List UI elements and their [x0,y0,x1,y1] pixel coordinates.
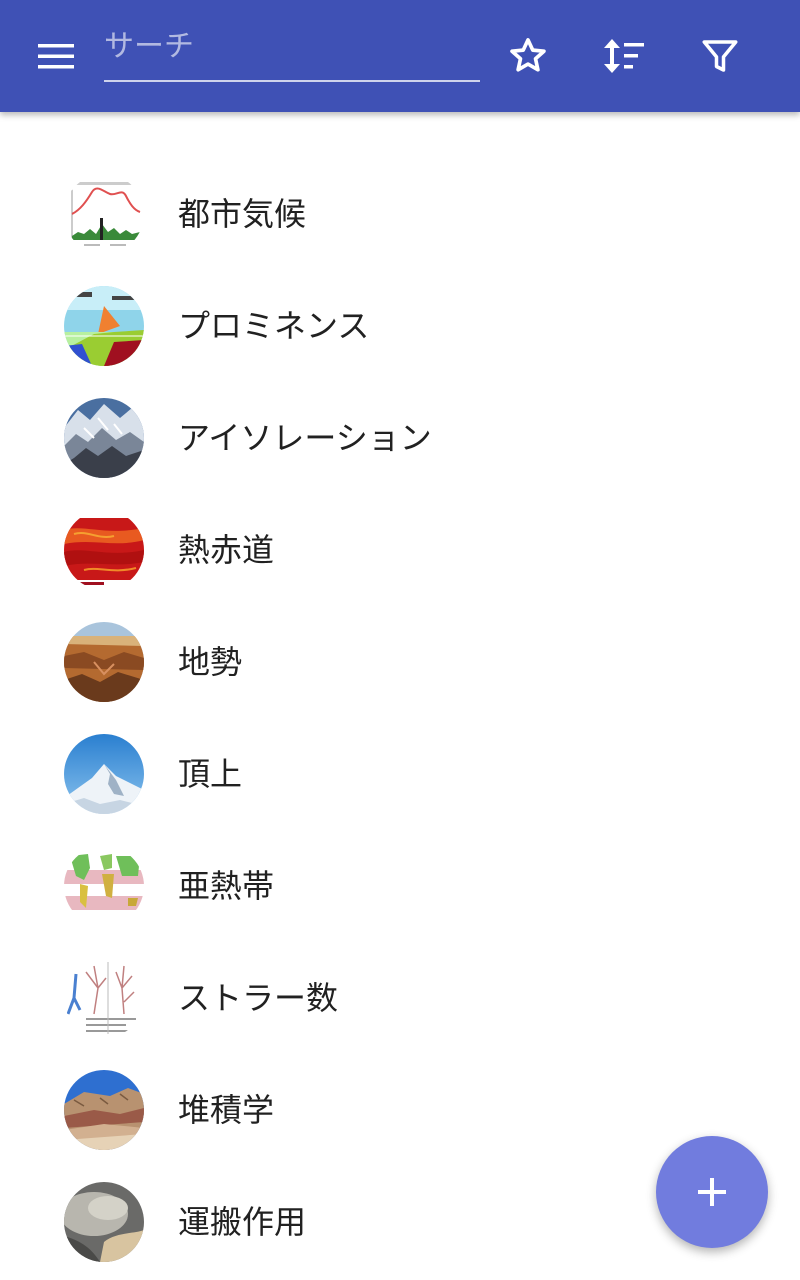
list-item-label: アイソレーション [178,419,432,457]
thumbnail-stream-order [64,958,144,1038]
thumbnail-isolation [64,398,144,478]
list-item-label: 堆積学 [178,1091,275,1129]
thumbnail-urban-heat-island [64,174,144,254]
list-item[interactable]: 都市気候 [0,158,800,270]
list-item[interactable]: ストラー数 [0,942,800,1054]
list-item-label: 頂上 [178,755,243,793]
list-item[interactable]: 亜熱帯 [0,830,800,942]
thumbnail-transport [64,1182,144,1262]
list-item-label: プロミネンス [178,307,370,345]
plus-icon [698,1178,726,1206]
thumbnail-sedimentology [64,1070,144,1150]
article-list: 都市気候 プロミネンス アイソレーション 熱赤道 地勢 頂上 亜熱帯 ストラー数… [0,158,800,1278]
add-button[interactable] [656,1136,768,1248]
favorites-button[interactable] [500,28,556,84]
thumbnail-thermal-equator [64,510,144,590]
star-outline-icon [510,38,546,72]
list-item[interactable]: 頂上 [0,718,800,830]
list-item-label: 熱赤道 [178,531,275,569]
menu-button[interactable] [28,28,84,84]
top-app-bar [0,0,800,112]
search-field[interactable] [104,24,480,82]
list-item[interactable]: プロミネンス [0,270,800,382]
thumbnail-relief [64,622,144,702]
list-item[interactable]: アイソレーション [0,382,800,494]
app-screen: 都市気候 プロミネンス [0,0,800,1280]
list-item-label: ストラー数 [178,979,339,1017]
sort-icon [604,39,644,73]
list-item-label: 都市気候 [178,195,307,233]
list-item[interactable]: 熱赤道 [0,494,800,606]
filter-icon [702,40,738,72]
search-input[interactable] [104,24,480,68]
thumbnail-prominence [64,286,144,366]
menu-icon [38,44,74,69]
list-item-label: 地勢 [178,643,243,681]
list-item[interactable]: 地勢 [0,606,800,718]
thumbnail-summit [64,734,144,814]
list-item-label: 亜熱帯 [178,867,275,905]
list-item-label: 運搬作用 [178,1203,307,1241]
thumbnail-subtropics [64,846,144,926]
filter-button[interactable] [692,28,748,84]
sort-button[interactable] [595,28,651,84]
